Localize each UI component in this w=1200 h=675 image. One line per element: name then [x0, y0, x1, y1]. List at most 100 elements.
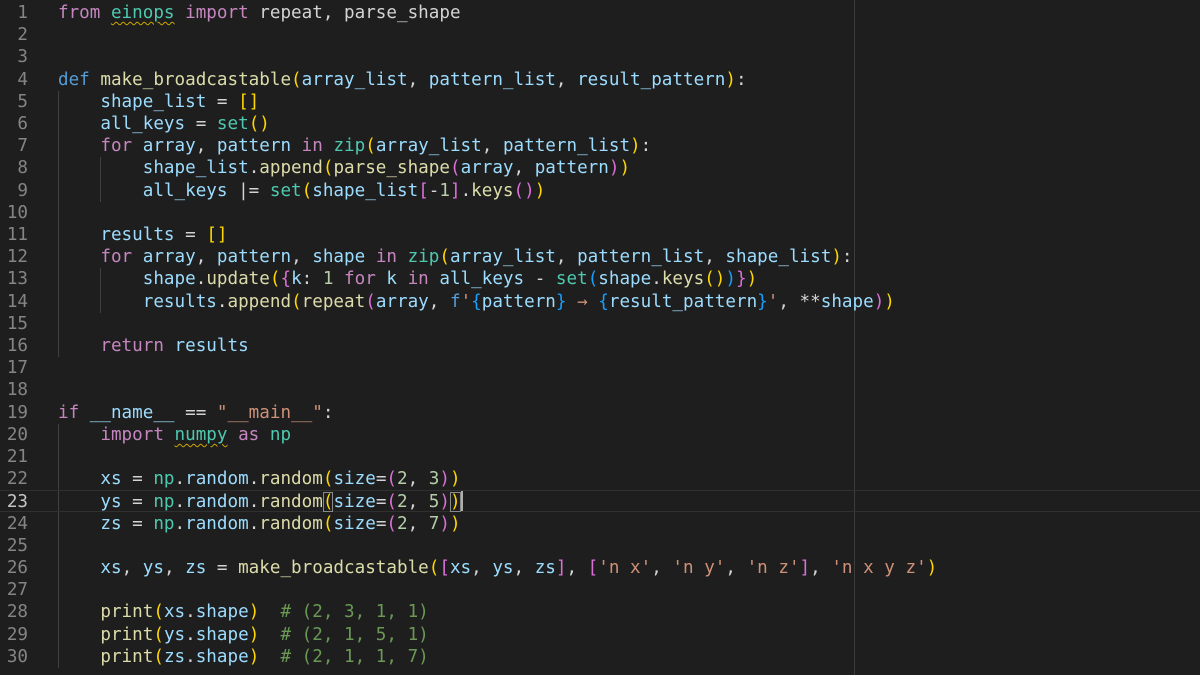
code-line-27[interactable]: 27 [0, 579, 1200, 601]
code-line-20[interactable]: 20 import numpy as np [0, 424, 1200, 446]
token-b1: ( [269, 269, 281, 290]
line-number[interactable]: 18 [0, 379, 28, 401]
line-number[interactable]: 2 [0, 24, 28, 46]
line-number[interactable]: 15 [0, 313, 28, 335]
line-code[interactable]: results.append(repeat(array, f'{pattern}… [58, 291, 895, 313]
code-line-21[interactable]: 21 [0, 446, 1200, 468]
code-line-1[interactable]: 1 from einops import repeat, parse_shape [0, 2, 1200, 24]
code-line-30[interactable]: 30 print(zs.shape) # (2, 1, 1, 7) [0, 646, 1200, 668]
line-code[interactable]: print(zs.shape) # (2, 1, 1, 7) [58, 646, 428, 668]
token-text: = [121, 469, 154, 490]
line-code[interactable]: zs = np.random.random(size=(2, 7)) [58, 513, 460, 535]
code-line-10[interactable]: 10 [0, 202, 1200, 224]
line-number[interactable]: 25 [0, 535, 28, 557]
code-line-28[interactable]: 28 print(xs.shape) # (2, 3, 1, 1) [0, 601, 1200, 623]
token-b1: ) [926, 558, 938, 578]
code-line-2[interactable]: 2 [0, 24, 1200, 46]
code-line-18[interactable]: 18 [0, 379, 1200, 401]
line-code[interactable]: return results [58, 335, 248, 357]
line-code[interactable]: if __name__ == "__main__": [58, 402, 333, 424]
line-number[interactable]: 4 [0, 69, 28, 91]
line-number[interactable]: 7 [0, 135, 28, 157]
line-number[interactable]: 16 [0, 335, 28, 357]
line-number[interactable]: 8 [0, 157, 28, 179]
line-code[interactable]: xs = np.random.random(size=(2, 3)) [58, 468, 460, 490]
code-line-9[interactable]: 9 all_keys |= set(shape_list[-1].keys()) [0, 180, 1200, 202]
line-number[interactable]: 26 [0, 557, 28, 579]
code-line-4[interactable]: 4 def make_broadcastable(array_list, patt… [0, 69, 1200, 91]
code-line-24[interactable]: 24 zs = np.random.random(size=(2, 7)) [0, 513, 1200, 535]
token-b1: ( [322, 513, 334, 534]
line-code[interactable]: shape_list.append(parse_shape(array, pat… [58, 157, 630, 179]
code-line-11[interactable]: 11 results = [] [0, 224, 1200, 246]
line-code[interactable]: shape_list = [] [58, 91, 259, 113]
line-code[interactable]: all_keys |= set(shape_list[-1].keys()) [58, 180, 546, 202]
line-number[interactable]: 24 [0, 513, 28, 535]
token-num: 1 [439, 180, 450, 201]
line-number[interactable]: 30 [0, 646, 28, 668]
line-number[interactable]: 17 [0, 357, 28, 379]
line-number[interactable]: 22 [0, 468, 28, 490]
code-line-14[interactable]: 14 results.append(repeat(array, f'{patte… [0, 291, 1200, 313]
code-line-5[interactable]: 5 shape_list = [] [0, 91, 1200, 113]
line-number[interactable]: 11 [0, 224, 28, 246]
line-code[interactable]: def make_broadcastable(array_list, patte… [58, 69, 747, 91]
token-b1: ( [322, 492, 334, 513]
line-number[interactable]: 19 [0, 402, 28, 424]
code-line-15[interactable]: 15 [0, 313, 1200, 335]
token-cmt: # (2, 3, 1, 1) [280, 602, 429, 623]
token-cmt: # (2, 1, 5, 1) [280, 624, 429, 645]
code-line-3[interactable]: 3 [0, 46, 1200, 68]
code-line-12[interactable]: 12 for array, pattern, shape in zip(arra… [0, 246, 1200, 268]
token-b1: [] [238, 91, 260, 112]
line-code[interactable]: ys = np.random.random(size=(2, 5)) [58, 491, 461, 513]
line-number[interactable]: 10 [0, 202, 28, 224]
line-code[interactable]: from einops import repeat, parse_shape [58, 2, 461, 24]
token-text: , [651, 558, 673, 578]
line-number[interactable]: 13 [0, 268, 28, 290]
code-line-22[interactable]: 22 xs = np.random.random(size=(2, 3)) [0, 468, 1200, 490]
code-line-17[interactable]: 17 [0, 357, 1200, 379]
token-b3: } [757, 291, 768, 312]
code-line-23[interactable]: 23 ys = np.random.random(size=(2, 5)) [0, 490, 1200, 513]
line-code[interactable]: xs, ys, zs = make_broadcastable([xs, ys,… [58, 557, 937, 579]
line-code[interactable]: for array, pattern in zip(array_list, pa… [58, 135, 651, 157]
token-text: = [185, 114, 217, 134]
token-text: , [407, 513, 429, 534]
line-code[interactable]: import numpy as np [58, 424, 291, 446]
line-code[interactable]: print(xs.shape) # (2, 3, 1, 1) [58, 601, 429, 623]
line-number[interactable]: 9 [0, 180, 28, 202]
code-line-25[interactable]: 25 [0, 535, 1200, 557]
line-number[interactable]: 12 [0, 246, 28, 268]
code-line-7[interactable]: 7 for array, pattern in zip(array_list, … [0, 135, 1200, 157]
line-number[interactable]: 5 [0, 91, 28, 113]
line-code[interactable]: print(ys.shape) # (2, 1, 5, 1) [58, 624, 429, 646]
line-number[interactable]: 1 [0, 2, 28, 24]
line-code[interactable]: results = [] [58, 224, 227, 246]
line-code[interactable]: shape.update({k: 1 for k in all_keys - s… [58, 268, 757, 290]
line-number[interactable]: 20 [0, 424, 28, 446]
line-number[interactable]: 23 [0, 491, 28, 513]
code-line-16[interactable]: 16 return results [0, 335, 1200, 357]
line-number[interactable]: 28 [0, 601, 28, 623]
line-code[interactable]: for array, pattern, shape in zip(array_l… [58, 246, 852, 268]
code-line-26[interactable]: 26 xs, ys, zs = make_broadcastable([xs, … [0, 557, 1200, 579]
code-line-6[interactable]: 6 all_keys = set() [0, 113, 1200, 135]
code-line-29[interactable]: 29 print(ys.shape) # (2, 1, 5, 1) [0, 624, 1200, 646]
code-editor[interactable]: 1 from einops import repeat, parse_shape 2… [0, 0, 1200, 675]
code-line-8[interactable]: 8 shape_list.append(parse_shape(array, p… [0, 157, 1200, 179]
line-number[interactable]: 14 [0, 291, 28, 313]
code-line-13[interactable]: 13 shape.update({k: 1 for k in all_keys … [0, 268, 1200, 290]
token-b2: [ [439, 558, 450, 578]
line-number[interactable]: 6 [0, 113, 28, 135]
token-b1: ) [248, 624, 260, 645]
line-number[interactable]: 27 [0, 579, 28, 601]
line-number[interactable]: 3 [0, 46, 28, 68]
line-number[interactable]: 21 [0, 446, 28, 468]
code-line-19[interactable]: 19 if __name__ == "__main__": [0, 402, 1200, 424]
line-code[interactable]: all_keys = set() [58, 113, 270, 135]
line-number[interactable]: 29 [0, 624, 28, 646]
